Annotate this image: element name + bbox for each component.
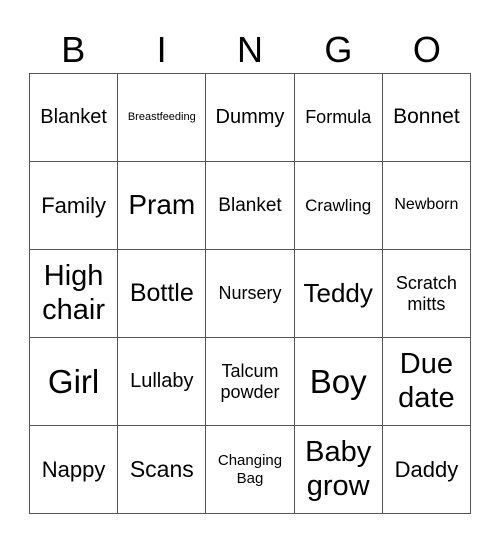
bingo-cell[interactable]: Teddy xyxy=(294,250,383,338)
bingo-cell[interactable]: Bonnet xyxy=(382,74,471,162)
bingo-cell-label: Nappy xyxy=(41,456,106,482)
bingo-cell[interactable]: Due date xyxy=(382,338,471,426)
bingo-cell-label: High chair xyxy=(42,260,106,326)
bingo-cell[interactable]: Baby grow xyxy=(294,426,383,514)
bingo-cell[interactable]: Scratch mitts xyxy=(382,250,471,338)
bingo-cell[interactable]: Formula xyxy=(294,74,383,162)
bingo-cell-label: Bottle xyxy=(129,279,194,308)
header-letter-g: G xyxy=(324,29,353,70)
bingo-cell-label: Dummy xyxy=(215,106,285,128)
bingo-cell-label: Baby grow xyxy=(305,436,372,502)
header-letter-b: B xyxy=(61,29,86,70)
bingo-cell-label: Family xyxy=(41,192,106,218)
bingo-cell[interactable]: Blanket xyxy=(206,162,295,250)
bingo-cell[interactable]: Daddy xyxy=(382,426,471,514)
bingo-cell-label: Formula xyxy=(305,107,372,128)
bingo-cell-label: Crawling xyxy=(305,195,372,215)
bingo-cell[interactable]: Talcum powder xyxy=(206,338,295,426)
bingo-cell[interactable]: Nappy xyxy=(30,426,119,514)
bingo-cell-label: Talcum powder xyxy=(220,360,280,402)
bingo-cell[interactable]: Family xyxy=(30,162,119,250)
bingo-cell-label: Boy xyxy=(309,362,367,400)
bingo-cell[interactable]: High chair xyxy=(30,250,119,338)
bingo-cell[interactable]: Dummy xyxy=(206,74,295,162)
bingo-cell[interactable]: Breastfeeding xyxy=(118,74,207,162)
bingo-cell[interactable]: Crawling xyxy=(294,162,383,250)
bingo-cell-label: Nursery xyxy=(218,283,282,304)
bingo-cell-label: Blanket xyxy=(218,194,282,216)
bingo-cell[interactable]: Lullaby xyxy=(118,338,207,426)
bingo-cell[interactable]: Blanket xyxy=(30,74,119,162)
bingo-cell-label: Scans xyxy=(129,456,194,483)
bingo-cell[interactable]: Pram xyxy=(118,162,207,250)
bingo-grid: Blanket Breastfeeding Dummy Formula Bonnet Fa… xyxy=(29,73,471,514)
bingo-cell-label: Breastfeeding xyxy=(127,111,196,124)
bingo-cell[interactable]: Girl xyxy=(30,338,119,426)
bingo-cell[interactable]: Boy xyxy=(294,338,383,426)
bingo-cell-label: Bonnet xyxy=(393,105,460,129)
bingo-cell[interactable]: Newborn xyxy=(382,162,471,250)
bingo-cell-label: Blanket xyxy=(40,106,107,128)
bingo-cell[interactable]: Nursery xyxy=(206,250,295,338)
header-letter-n: N xyxy=(237,29,264,70)
header-letter-o: O xyxy=(412,29,441,70)
bingo-cell-label: Teddy xyxy=(303,277,373,308)
bingo-cell[interactable]: Changing Bag xyxy=(206,426,295,514)
header-letter-i: I xyxy=(156,29,167,70)
bingo-cell-label: Changing Bag xyxy=(217,452,283,487)
bingo-cell-label: Scratch mitts xyxy=(395,272,457,314)
bingo-cell-label: Lullaby xyxy=(130,370,194,392)
bingo-cell-label: Newborn xyxy=(394,196,459,214)
bingo-cell-label: Daddy xyxy=(394,456,459,482)
bingo-cell-label: Pram xyxy=(128,189,196,221)
bingo-cell[interactable]: Scans xyxy=(118,426,207,514)
bingo-cell-label: Due date xyxy=(398,348,455,414)
bingo-cell[interactable]: Bottle xyxy=(118,250,207,338)
bingo-cell-label: Girl xyxy=(47,362,100,400)
bingo-header: B I N G O xyxy=(29,28,471,72)
